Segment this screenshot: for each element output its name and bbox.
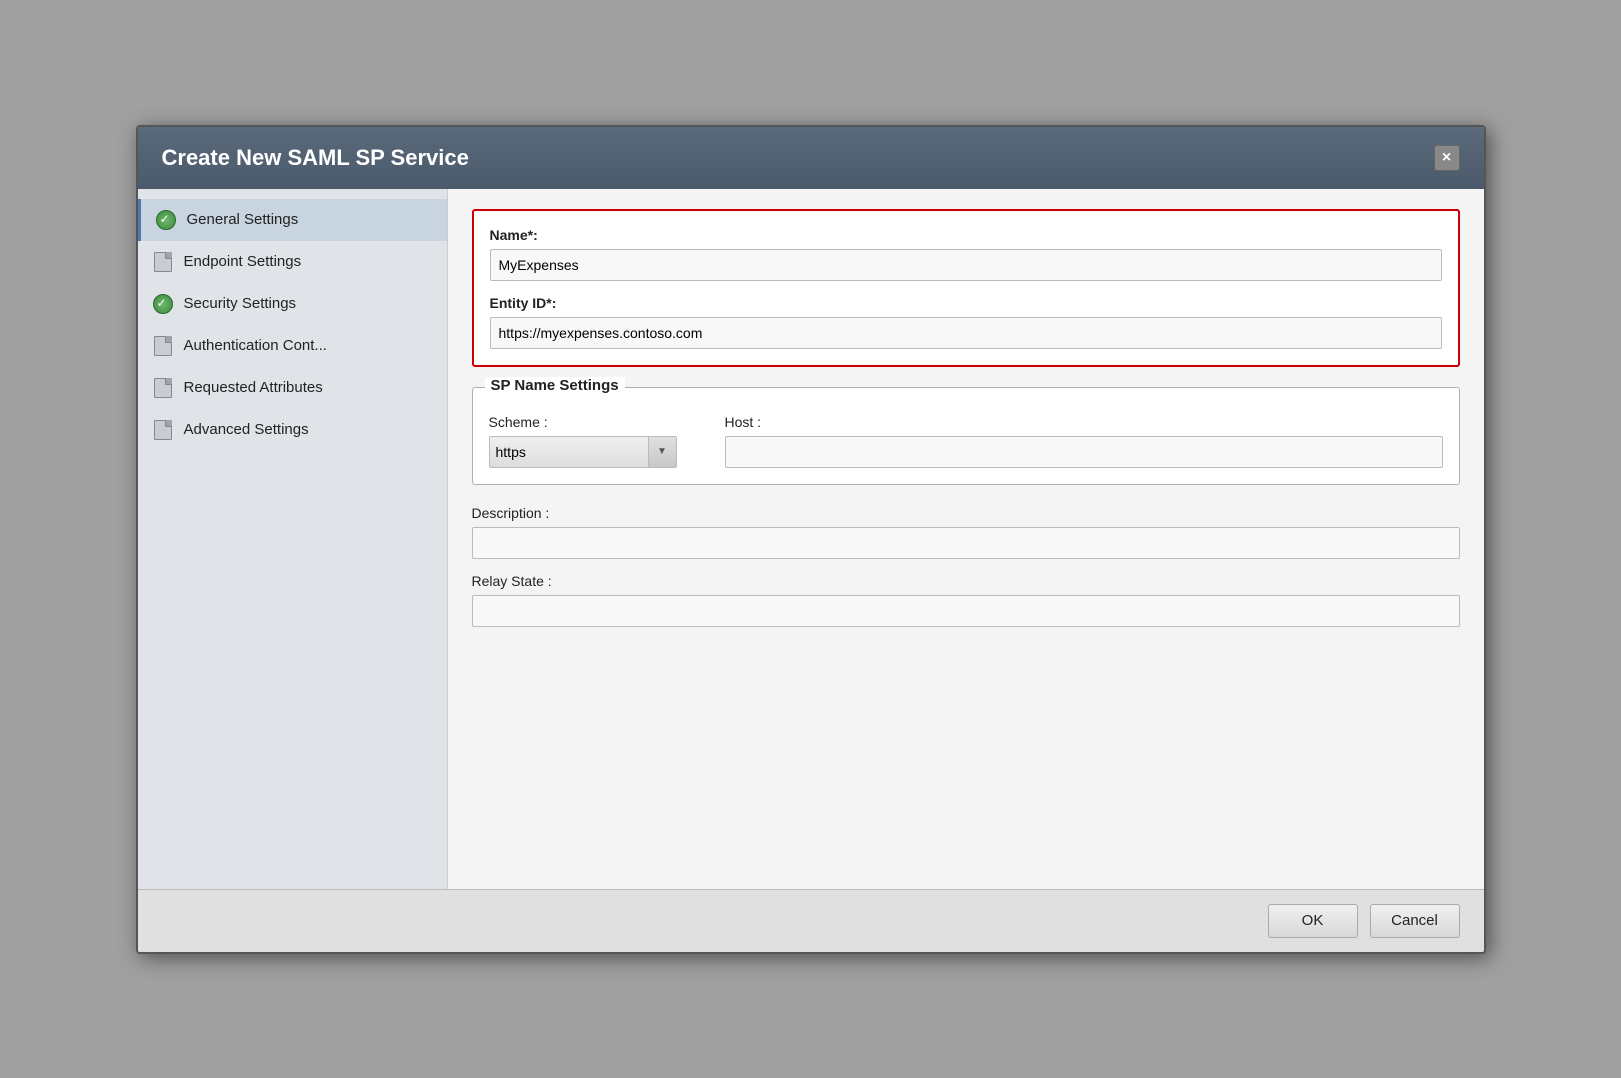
scheme-select-arrow[interactable]: ▼: [649, 436, 677, 468]
host-group: Host :: [725, 414, 1443, 468]
cancel-button[interactable]: Cancel: [1370, 904, 1460, 938]
scheme-select[interactable]: https http: [489, 436, 649, 468]
document-icon-endpoint: [152, 251, 174, 273]
sidebar-item-label: General Settings: [187, 211, 299, 228]
relay-state-group: Relay State :: [472, 573, 1460, 627]
create-saml-sp-dialog: Create New SAML SP Service × General Set…: [136, 125, 1486, 954]
description-group: Description :: [472, 505, 1460, 559]
dialog-title: Create New SAML SP Service: [162, 145, 469, 171]
entity-id-group: Entity ID*:: [490, 295, 1442, 349]
sidebar-item-label: Requested Attributes: [184, 379, 323, 396]
name-entity-id-box: Name*: Entity ID*:: [472, 209, 1460, 367]
sidebar-item-label: Endpoint Settings: [184, 253, 302, 270]
sidebar-item-label: Authentication Cont...: [184, 337, 327, 354]
scheme-label: Scheme :: [489, 414, 709, 430]
name-group: Name*:: [490, 227, 1442, 281]
name-label: Name*:: [490, 227, 1442, 243]
main-content: Name*: Entity ID*: SP Name Settings Sche…: [448, 189, 1484, 889]
document-icon-requested: [152, 377, 174, 399]
host-input[interactable]: [725, 436, 1443, 468]
document-icon-advanced: [152, 419, 174, 441]
scheme-select-wrapper: https http ▼: [489, 436, 709, 468]
sidebar: General Settings Endpoint Settings Secur…: [138, 189, 448, 889]
sidebar-item-security-settings[interactable]: Security Settings: [138, 283, 447, 325]
entity-id-input[interactable]: [490, 317, 1442, 349]
sidebar-item-general-settings[interactable]: General Settings: [138, 199, 447, 241]
description-label: Description :: [472, 505, 1460, 521]
dialog-body: General Settings Endpoint Settings Secur…: [138, 189, 1484, 889]
document-icon-auth: [152, 335, 174, 357]
green-check-icon: [155, 209, 177, 231]
sidebar-item-endpoint-settings[interactable]: Endpoint Settings: [138, 241, 447, 283]
name-input[interactable]: [490, 249, 1442, 281]
dialog-header: Create New SAML SP Service ×: [138, 127, 1484, 189]
relay-state-label: Relay State :: [472, 573, 1460, 589]
description-input[interactable]: [472, 527, 1460, 559]
close-button[interactable]: ×: [1434, 145, 1460, 171]
sidebar-item-label: Security Settings: [184, 295, 297, 312]
scheme-host-row: Scheme : https http ▼ Host :: [489, 414, 1443, 468]
scheme-group: Scheme : https http ▼: [489, 414, 709, 468]
ok-button[interactable]: OK: [1268, 904, 1358, 938]
entity-id-label: Entity ID*:: [490, 295, 1442, 311]
sidebar-item-label: Advanced Settings: [184, 421, 309, 438]
sidebar-item-authentication-cont[interactable]: Authentication Cont...: [138, 325, 447, 367]
green-check-icon-security: [152, 293, 174, 315]
dialog-footer: OK Cancel: [138, 889, 1484, 952]
sp-name-settings-group: SP Name Settings Scheme : https http ▼: [472, 387, 1460, 485]
relay-state-input[interactable]: [472, 595, 1460, 627]
sidebar-item-requested-attributes[interactable]: Requested Attributes: [138, 367, 447, 409]
host-label: Host :: [725, 414, 1443, 430]
sidebar-item-advanced-settings[interactable]: Advanced Settings: [138, 409, 447, 451]
sp-name-settings-title: SP Name Settings: [485, 377, 625, 394]
